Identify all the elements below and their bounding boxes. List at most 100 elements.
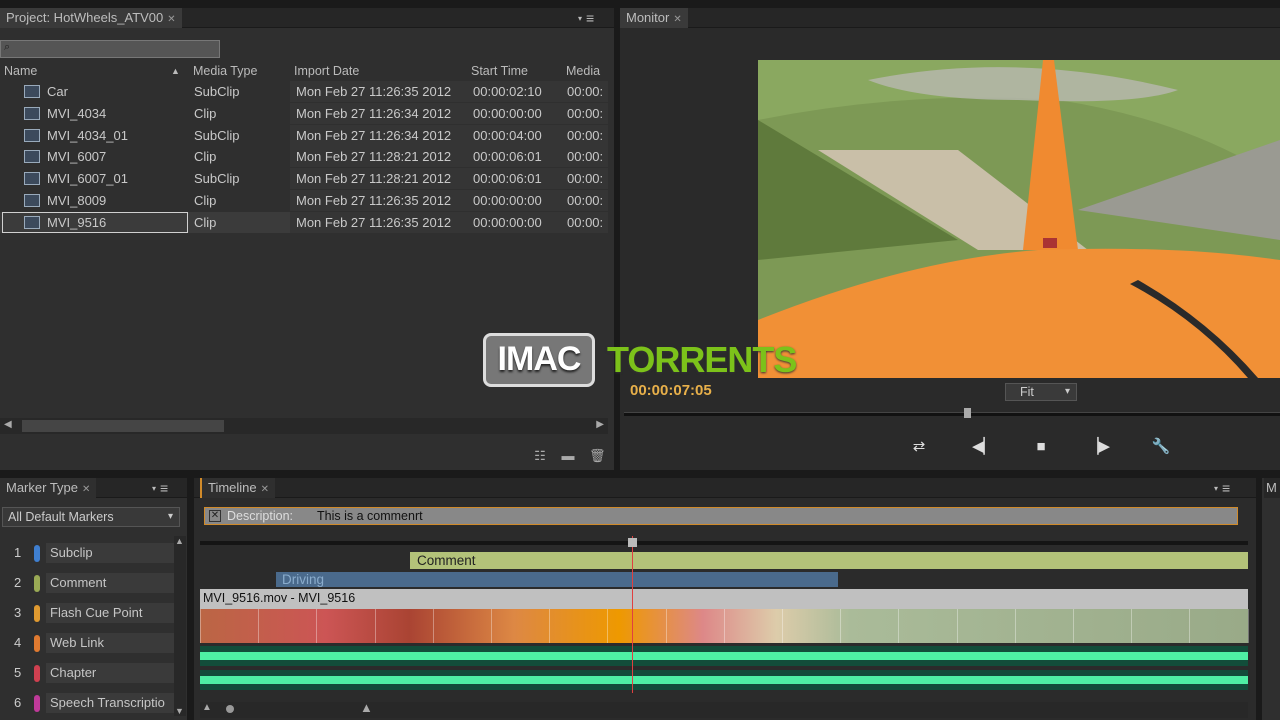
project-item-row[interactable]: MVI_8009 Clip Mon Feb 27 11:26:35 2012 00:0… <box>0 190 608 211</box>
stop-icon[interactable]: ■ <box>1030 438 1052 456</box>
marker-color-swatch[interactable] <box>34 575 40 592</box>
close-icon[interactable]: ✕ <box>82 484 90 495</box>
item-name[interactable]: MVI_6007 <box>47 146 106 167</box>
item-media-type: Clip <box>194 105 217 121</box>
marker-type-label[interactable]: Comment <box>46 573 174 593</box>
marker-type-number: 4 <box>14 635 22 650</box>
zoom-in-icon[interactable]: ▲ <box>360 700 373 715</box>
new-bin-icon[interactable]: ▬ <box>560 448 576 463</box>
col-media[interactable]: Media <box>566 64 600 78</box>
marker-type-label[interactable]: Chapter <box>46 663 174 683</box>
loop-icon[interactable]: ⇄ <box>908 438 930 456</box>
marker-color-swatch[interactable] <box>34 665 40 682</box>
item-name[interactable]: MVI_9516 <box>47 212 106 233</box>
project-item-row[interactable]: MVI_4034_01 SubClip Mon Feb 27 11:26:34 20… <box>0 124 608 146</box>
panel-menu-icon[interactable] <box>578 12 604 25</box>
clear-icon[interactable]: ✕ <box>209 510 221 522</box>
scroll-up-icon[interactable]: ▲ <box>175 536 184 546</box>
item-import-date: Mon Feb 27 11:26:35 2012 <box>296 193 452 208</box>
scrollbar-thumb[interactable] <box>22 420 224 432</box>
panel-menu-icon[interactable] <box>152 482 178 495</box>
video-image <box>758 60 1280 378</box>
marker-type-label[interactable]: Subclip <box>46 543 174 563</box>
subclip-icon <box>24 85 40 98</box>
marker-type-item[interactable]: 4 Web Link <box>0 632 174 654</box>
col-name[interactable]: Name <box>4 64 37 78</box>
marker-type-item[interactable]: 6 Speech Transcriptio <box>0 692 174 714</box>
item-media: 00:00: <box>567 149 604 165</box>
marker-type-panel: Marker Type✕ All Default Markers 1 Subcli… <box>0 478 187 720</box>
panel-menu-icon[interactable] <box>1214 482 1240 495</box>
settings-wrench-icon[interactable]: 🔧 <box>1150 438 1172 456</box>
marker-color-swatch[interactable] <box>34 545 40 562</box>
scroll-down-icon[interactable]: ▼ <box>175 706 184 716</box>
monitor-scrubber[interactable] <box>624 412 1280 416</box>
tab-marker-type[interactable]: Marker Type ✕ <box>0 478 97 498</box>
clip-thumbnails[interactable] <box>200 609 1249 643</box>
timeline-zoom-bar[interactable]: ▲ ▲ <box>200 700 1248 718</box>
col-media-type[interactable]: Media Type <box>193 64 257 78</box>
tab-project[interactable]: Project: HotWheels_ATV00 ✕ <box>0 8 182 28</box>
thumbnail-frame <box>374 609 433 643</box>
close-icon[interactable]: ✕ <box>167 14 175 25</box>
project-item-row[interactable]: Car SubClip Mon Feb 27 11:26:35 2012 00:00:… <box>0 81 608 102</box>
thumbnail-frame <box>316 609 374 643</box>
audio-waveform-left[interactable] <box>200 646 1248 666</box>
item-media: 00:00: <box>567 214 604 230</box>
description-input[interactable]: This is a commenrt <box>317 508 423 524</box>
col-import-date[interactable]: Import Date <box>294 64 359 78</box>
scrubber-thumb[interactable] <box>964 408 971 418</box>
step-forward-icon[interactable]: ▕▶ <box>1087 438 1110 456</box>
close-icon[interactable]: ✕ <box>673 14 681 25</box>
zoom-slider-thumb[interactable] <box>226 705 234 713</box>
trash-icon[interactable]: 🗑 <box>589 448 606 463</box>
marker-type-number: 5 <box>14 665 22 680</box>
vertical-scrollbar[interactable]: ▲ ▼ <box>174 536 186 716</box>
playhead-line[interactable] <box>632 536 633 693</box>
audio-waveform-right[interactable] <box>200 670 1248 690</box>
marker-color-swatch[interactable] <box>34 605 40 622</box>
item-media-type: Clip <box>194 214 217 230</box>
marker-color-swatch[interactable] <box>34 635 40 652</box>
project-item-row[interactable]: MVI_4034 Clip Mon Feb 27 11:26:34 2012 00:0… <box>0 102 608 124</box>
marker-type-label[interactable]: Web Link <box>46 633 174 653</box>
playhead-handle[interactable] <box>628 538 637 547</box>
project-item-row[interactable]: MVI_6007 Clip Mon Feb 27 11:28:21 2012 00:0… <box>0 146 608 168</box>
marker-type-item[interactable]: 5 Chapter <box>0 662 174 684</box>
item-name[interactable]: MVI_4034 <box>47 103 106 124</box>
driving-marker[interactable]: Driving <box>276 572 838 587</box>
step-back-icon[interactable]: ◀▏ <box>972 438 995 456</box>
project-item-row[interactable]: MVI_6007_01 SubClip Mon Feb 27 11:28:21 20… <box>0 168 608 190</box>
item-name[interactable]: MVI_4034_01 <box>47 125 128 146</box>
time-ruler[interactable] <box>200 541 1248 545</box>
horizontal-scrollbar[interactable]: ◀ ▶ <box>0 418 608 434</box>
watermark-torrents: TORRENTS <box>607 339 797 380</box>
zoom-fit-select[interactable]: Fit <box>1005 383 1077 401</box>
marker-type-label[interactable]: Speech Transcriptio <box>46 693 174 713</box>
clip-label[interactable]: MVI_9516.mov - MVI_9516 <box>200 589 1248 609</box>
item-name[interactable]: Car <box>47 81 68 102</box>
marker-description-field[interactable]: ✕ Description: This is a commenrt <box>204 507 1238 525</box>
scroll-left-icon[interactable]: ◀ <box>4 419 12 430</box>
zoom-out-icon[interactable]: ▲ <box>202 702 212 713</box>
list-view-icon[interactable]: ☷ <box>532 448 548 463</box>
project-item-row[interactable]: MVI_9516 Clip Mon Feb 27 11:26:35 2012 00:0… <box>0 211 608 233</box>
tab-monitor[interactable]: Monitor ✕ <box>620 8 688 28</box>
close-icon[interactable]: ✕ <box>261 484 269 495</box>
item-media-type: Clip <box>194 149 217 165</box>
search-input[interactable]: ⌕ <box>0 40 220 58</box>
scroll-right-icon[interactable]: ▶ <box>596 419 604 430</box>
marker-type-item[interactable]: 1 Subclip <box>0 542 174 564</box>
comment-marker[interactable]: Comment <box>410 552 1248 569</box>
tab-right-panel[interactable]: M <box>1264 478 1280 498</box>
marker-type-item[interactable]: 3 Flash Cue Point <box>0 602 174 624</box>
tab-timeline[interactable]: Timeline ✕ <box>200 478 276 498</box>
marker-color-swatch[interactable] <box>34 695 40 712</box>
item-name[interactable]: MVI_6007_01 <box>47 168 128 189</box>
watermark-logo: IMAC TORRENTS <box>483 333 797 387</box>
marker-type-item[interactable]: 2 Comment <box>0 572 174 594</box>
marker-type-label[interactable]: Flash Cue Point <box>46 603 174 623</box>
item-name[interactable]: MVI_8009 <box>47 190 106 211</box>
col-start-time[interactable]: Start Time <box>471 64 528 78</box>
marker-filter-select[interactable]: All Default Markers <box>2 507 180 527</box>
